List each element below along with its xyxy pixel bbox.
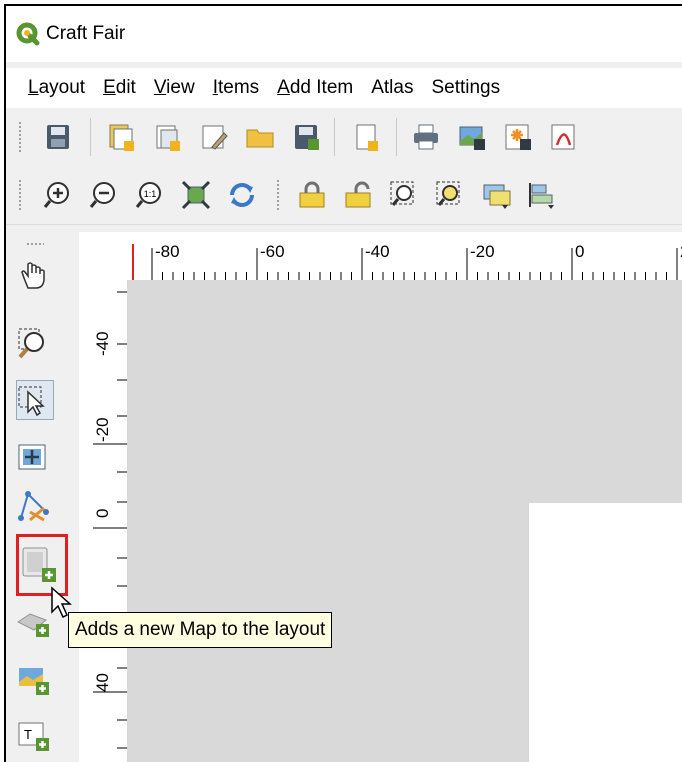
select-move-icon[interactable] (16, 384, 50, 418)
menu-layout-label: ayout (38, 77, 86, 98)
menu-bar: Layout Edit View Items Add Item Atlas Se… (6, 68, 682, 109)
save-as-template-icon[interactable] (290, 121, 322, 153)
add-3d-map-icon[interactable] (16, 604, 50, 638)
menu-settings[interactable]: Settings (422, 77, 509, 99)
zoom-tool-icon[interactable] (16, 326, 50, 360)
menu-view-accel: V (153, 77, 167, 98)
horizontal-ruler[interactable]: -80 -60 -40 -20 0 20 (127, 232, 682, 280)
add-picture-icon[interactable] (16, 662, 50, 696)
ruler-label: -80 (155, 242, 180, 261)
ruler-label: 40 (93, 673, 112, 692)
ruler-label: 0 (575, 242, 585, 261)
zoom-out-icon[interactable] (88, 179, 120, 211)
print-icon[interactable] (410, 121, 442, 153)
export-pdf-icon[interactable] (548, 121, 580, 153)
menu-atlas[interactable]: Atlas (362, 77, 422, 99)
toolbar-separator (396, 118, 397, 156)
duplicate-layout-icon[interactable] (152, 121, 184, 153)
navigation-toolbar: 1:1 (6, 166, 682, 225)
open-folder-icon[interactable] (244, 121, 276, 153)
pan-hand-icon[interactable] (16, 258, 50, 292)
svg-text:1:1: 1:1 (144, 189, 157, 199)
menu-add-item-accel: A (277, 77, 290, 98)
ruler-label: -40 (365, 242, 390, 261)
toolbar-separator (90, 118, 91, 156)
zoom-to-layer-icon[interactable] (434, 179, 466, 211)
menu-view[interactable]: View (145, 77, 204, 99)
toolbar-separator (334, 118, 335, 156)
zoom-full-icon[interactable] (180, 179, 212, 211)
toolbar-grip[interactable] (18, 121, 22, 153)
menu-layout[interactable]: Layout (6, 77, 94, 99)
menu-edit-label: dit (115, 77, 136, 98)
ruler-label: -60 (260, 242, 285, 261)
zoom-to-selection-icon[interactable] (388, 179, 420, 211)
menu-layout-accel: L (28, 77, 39, 98)
export-svg-icon[interactable] (502, 121, 534, 153)
zoom-in-icon[interactable] (42, 179, 74, 211)
menu-items-label: tems (217, 77, 260, 98)
align-items-icon[interactable] (526, 179, 558, 211)
layout-canvas[interactable] (127, 280, 682, 762)
menu-add-item[interactable]: Add Item (268, 77, 362, 99)
menu-add-item-label: dd Item (289, 77, 354, 98)
menu-edit-accel: E (103, 77, 116, 98)
toolbar-grip[interactable] (18, 179, 22, 211)
raise-items-icon[interactable] (480, 179, 512, 211)
layout-window: Craft Fair Layout Edit View Items Add It… (4, 4, 682, 762)
ruler-label: -20 (470, 242, 495, 261)
toolbar-grip[interactable] (276, 179, 280, 211)
unlock-items-icon[interactable] (342, 179, 374, 211)
menu-items[interactable]: Items (204, 77, 268, 99)
export-image-icon[interactable] (456, 121, 488, 153)
ruler-label: 0 (93, 508, 112, 518)
save-icon[interactable] (42, 121, 74, 153)
ruler-label: -20 (93, 417, 112, 442)
add-label-icon[interactable]: T (16, 718, 50, 752)
vertical-ruler[interactable]: -40 -20 0 40 (79, 280, 127, 762)
move-content-icon[interactable] (16, 440, 50, 474)
toolbar-grip[interactable] (26, 242, 44, 246)
title-bar: Craft Fair (6, 6, 682, 62)
new-layout-icon[interactable] (106, 121, 138, 153)
add-map-icon[interactable] (18, 544, 58, 584)
lock-items-icon[interactable] (296, 179, 328, 211)
window-title: Craft Fair (46, 23, 126, 44)
new-page-icon[interactable] (350, 121, 382, 153)
menu-edit[interactable]: Edit (94, 77, 145, 99)
mouse-cursor-icon (51, 586, 72, 619)
layout-manager-icon[interactable] (198, 121, 230, 153)
ruler-label: -40 (93, 331, 112, 356)
refresh-icon[interactable] (226, 179, 258, 211)
menu-view-label: iew (166, 77, 195, 98)
tools-toolbar: T (6, 232, 78, 762)
ruler-corner (79, 232, 127, 280)
layout-page[interactable] (529, 503, 682, 762)
edit-nodes-icon[interactable] (16, 490, 50, 524)
zoom-actual-icon[interactable]: 1:1 (134, 179, 166, 211)
tooltip: Adds a new Map to the layout (68, 612, 333, 648)
horizontal-ruler-ticks (132, 244, 678, 280)
layout-toolbar (6, 108, 682, 167)
qgis-logo-icon (16, 22, 40, 46)
svg-text:T: T (24, 727, 32, 742)
